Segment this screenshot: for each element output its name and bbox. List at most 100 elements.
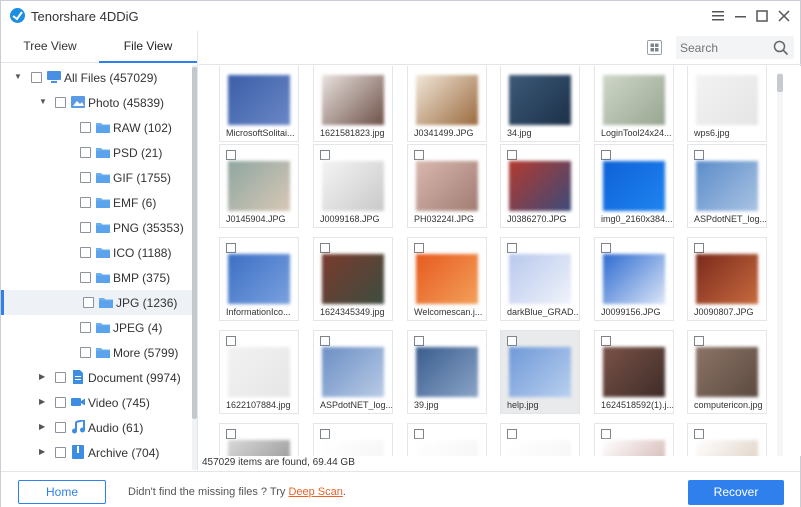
file-card[interactable]: J0099156.JPG [594,237,674,321]
file-checkbox[interactable] [320,429,330,439]
file-card[interactable] [313,423,393,456]
deep-scan-link[interactable]: Deep Scan [288,486,342,498]
tree-item-emf[interactable]: EMF (6) [1,190,192,215]
tree-item-psd[interactable]: PSD (21) [1,140,192,165]
file-checkbox[interactable] [414,243,424,253]
tree-checkbox[interactable] [80,172,91,183]
file-card[interactable] [687,423,767,456]
file-card[interactable]: J0090807.JPG [687,237,767,321]
tree-checkbox[interactable] [80,347,91,358]
file-card[interactable]: 1624345349.jpg [313,237,393,321]
file-card[interactable]: img0_2160x384... [594,144,674,228]
file-checkbox[interactable] [601,150,611,160]
tree-item-video[interactable]: ▶ Video (745) [1,390,192,415]
tree-item-png[interactable]: PNG (35353) [1,215,192,240]
file-checkbox[interactable] [226,429,236,439]
tree-checkbox[interactable] [80,247,91,258]
file-checkbox[interactable] [694,336,704,346]
expand-arrow-icon[interactable]: ▼ [39,98,47,106]
file-checkbox[interactable] [694,150,704,160]
file-card[interactable]: LoginTool24x24... [594,66,674,142]
sidebar-scrollbar-thumb[interactable] [192,67,197,419]
file-card[interactable]: computericon.jpg [687,330,767,414]
maximize-icon[interactable] [752,6,772,26]
file-card[interactable] [407,423,487,456]
file-checkbox[interactable] [320,243,330,253]
file-card[interactable]: J0341499.JPG [407,66,487,142]
file-checkbox[interactable] [507,150,517,160]
search-input[interactable] [680,38,770,57]
tab-tree-view[interactable]: Tree View [1,31,99,63]
tree-checkbox[interactable] [80,322,91,333]
file-card[interactable]: help.jpg [500,330,580,414]
collapse-arrow-icon[interactable]: ▶ [39,373,47,381]
file-checkbox[interactable] [507,336,517,346]
file-checkbox[interactable] [414,150,424,160]
tree-item-gif[interactable]: GIF (1755) [1,165,192,190]
tree-checkbox[interactable] [80,272,91,283]
collapse-arrow-icon[interactable]: ▶ [39,448,47,456]
file-checkbox[interactable] [601,243,611,253]
tree-checkbox[interactable] [55,97,66,108]
file-checkbox[interactable] [414,429,424,439]
tree-item-photo[interactable]: ▼ Photo (45839) [1,90,192,115]
minimize-icon[interactable] [731,6,751,26]
tree-item-all-files[interactable]: ▼ All Files (457029) [1,65,192,90]
file-card[interactable]: J0386270.JPG [500,144,580,228]
tree-item-bmp[interactable]: BMP (375) [1,265,192,290]
tree-checkbox[interactable] [80,122,91,133]
file-card[interactable]: darkBlue_GRAD... [500,237,580,321]
file-card[interactable]: ASPdotNET_log... [313,330,393,414]
home-button[interactable]: Home [18,480,106,504]
grid-scrollbar-thumb[interactable] [777,74,783,92]
file-card[interactable]: wps6.jpg [687,66,767,142]
file-card[interactable]: J0099168.JPG [313,144,393,228]
file-checkbox[interactable] [694,429,704,439]
tree-checkbox[interactable] [80,147,91,158]
search-icon[interactable] [773,40,789,56]
tree-item-jpg[interactable]: JPG (1236) [1,290,192,315]
tree-checkbox[interactable] [80,222,91,233]
expand-arrow-icon[interactable]: ▼ [14,73,22,81]
file-card[interactable]: Welcomescan.j... [407,237,487,321]
file-card[interactable]: 34.jpg [500,66,580,142]
file-checkbox[interactable] [507,429,517,439]
close-icon[interactable] [774,6,794,26]
file-card[interactable]: J0145904.JPG [219,144,299,228]
file-card[interactable]: 1621581823.jpg [313,66,393,142]
file-checkbox[interactable] [601,429,611,439]
tree-checkbox[interactable] [55,447,66,458]
tree-item-audio[interactable]: ▶ Audio (61) [1,415,192,440]
tree-item-jpeg[interactable]: JPEG (4) [1,315,192,340]
file-checkbox[interactable] [226,150,236,160]
file-checkbox[interactable] [320,150,330,160]
file-checkbox[interactable] [226,243,236,253]
file-card[interactable] [219,423,299,456]
search-box[interactable] [676,36,794,59]
file-card[interactable]: ASPdotNET_log... [687,144,767,228]
file-card[interactable] [500,423,580,456]
tree-item-email[interactable]: ▶Email (25) [1,465,192,470]
file-checkbox[interactable] [507,243,517,253]
tab-file-view[interactable]: File View [99,31,197,63]
file-checkbox[interactable] [414,336,424,346]
grid-scrollbar-track[interactable] [777,73,783,456]
tree-item-document[interactable]: ▶ Document (9974) [1,365,192,390]
menu-icon[interactable] [708,6,728,26]
file-card[interactable]: InformationIco... [219,237,299,321]
file-checkbox[interactable] [694,243,704,253]
file-checkbox[interactable] [601,336,611,346]
tree-item-archive[interactable]: ▶ Archive (704) [1,440,192,465]
file-card[interactable]: 1624518592(1).j... [594,330,674,414]
tree-checkbox[interactable] [55,372,66,383]
file-card[interactable]: MicrosoftSolitai... [219,66,299,142]
collapse-arrow-icon[interactable]: ▶ [39,398,47,406]
file-card[interactable]: PH03224I.JPG [407,144,487,228]
tree-checkbox[interactable] [83,297,94,308]
tree-item-more[interactable]: More (5799) [1,340,192,365]
tree-checkbox[interactable] [31,72,42,83]
tree-checkbox[interactable] [80,197,91,208]
tree-item-raw[interactable]: RAW (102) [1,115,192,140]
file-card[interactable]: 39.jpg [407,330,487,414]
file-card[interactable]: 1622107884.jpg [219,330,299,414]
